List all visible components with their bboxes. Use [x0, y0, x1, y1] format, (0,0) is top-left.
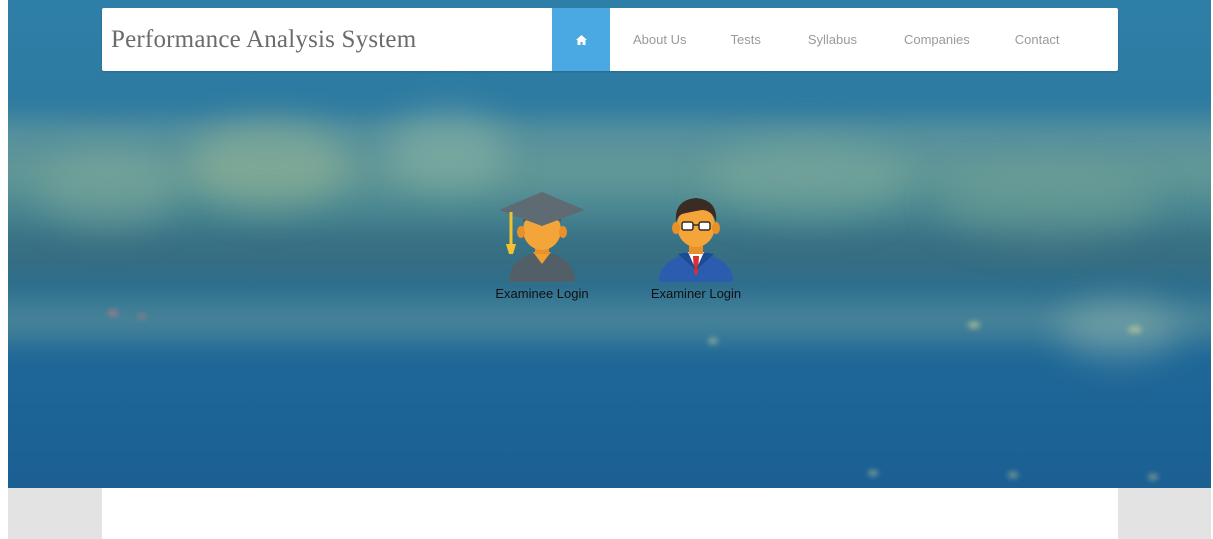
- nav-link-tests[interactable]: Tests: [730, 8, 760, 71]
- nav-menu: About Us Tests Syllabus Companies Contac…: [552, 8, 1060, 71]
- nav-home-button[interactable]: [552, 8, 610, 71]
- examinee-login-button[interactable]: Examinee Login: [482, 190, 602, 301]
- nav-link-companies[interactable]: Companies: [904, 8, 970, 71]
- nav-link-about-us[interactable]: About Us: [633, 8, 686, 71]
- examiner-login-button[interactable]: Examiner Login: [636, 192, 756, 301]
- hero-background: [8, 0, 1211, 488]
- examiner-login-label: Examiner Login: [650, 286, 742, 301]
- home-icon: [575, 34, 587, 45]
- right-gutter: [1118, 488, 1211, 539]
- brand-title[interactable]: Performance Analysis System: [102, 8, 552, 71]
- graduate-student-icon: [499, 192, 585, 282]
- left-gutter: [8, 488, 102, 539]
- nav-link-contact[interactable]: Contact: [1015, 8, 1060, 71]
- navbar: Performance Analysis System About Us Tes…: [102, 8, 1118, 71]
- content-area: [102, 488, 1118, 539]
- page: Performance Analysis System About Us Tes…: [0, 0, 1213, 539]
- examinee-login-label: Examinee Login: [495, 286, 589, 301]
- teacher-icon: [659, 198, 733, 282]
- nav-link-syllabus[interactable]: Syllabus: [808, 8, 857, 71]
